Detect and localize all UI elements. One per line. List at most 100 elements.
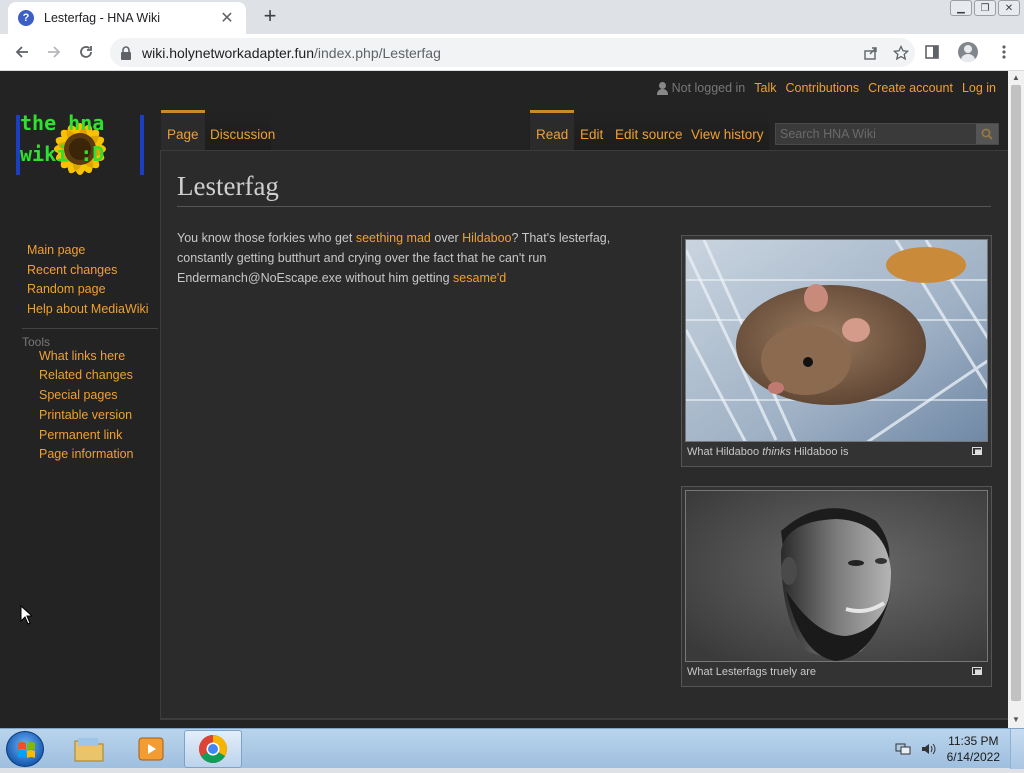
create-account-link[interactable]: Create account [868,81,953,95]
tab-page[interactable]: Page [161,110,205,150]
system-tray: 11:35 PM 6/14/2022 [895,733,1000,765]
tools-heading: Tools [22,327,158,349]
page-scrollbar[interactable]: ▲ ▼ [1008,71,1024,728]
address-bar[interactable]: wiki.holynetworkadapter.fun/index.php/Le… [110,38,915,67]
caption-text: Hildaboo is [790,446,849,458]
url-path: /index.php/Lesterfag [314,44,441,61]
enlarge-icon[interactable] [972,667,982,675]
log-in-link[interactable]: Log in [962,81,996,95]
caption-text: What Lesterfags truely are [687,666,817,678]
network-icon[interactable] [895,742,911,756]
sidebar-item-help[interactable]: Help about MediaWiki [27,300,160,320]
tab-view-history[interactable]: View history [685,110,770,150]
gigachad-image[interactable] [685,490,988,662]
sidebar-item-special-pages[interactable]: Special pages [39,386,160,406]
article-body: You know those forkies who get seething … [177,228,667,288]
minimize-button[interactable]: ▁ [950,0,972,16]
forward-arrow-icon [48,46,61,58]
contributions-link[interactable]: Contributions [786,81,860,95]
personal-tools: Not logged in Talk Contributions Create … [656,81,996,95]
caption-text: What Hildaboo [687,446,763,458]
taskbar-chrome[interactable] [184,730,242,768]
rat-in-cage-image [686,240,987,441]
side-panel-icon [925,45,939,59]
close-tab-icon[interactable]: ✕ [218,8,236,28]
sidebar-item-main-page[interactable]: Main page [27,241,160,261]
wiki-logo[interactable]: the hna wiki :D [14,95,148,205]
caption-emphasis: thinks [762,446,791,458]
user-icon [656,81,668,95]
reload-icon [80,46,92,58]
sidebar-item-what-links-here[interactable]: What links here [39,347,160,367]
gigachad-portrait-image [686,491,987,661]
main-content: Lesterfag You know those forkies who get… [160,150,1008,720]
chrome-icon [199,735,227,763]
mouse-cursor-icon [20,605,32,625]
window-controls: ▁ ❐ ✕ [950,0,1020,18]
content-bottom-border [160,718,1008,720]
sesamed-link[interactable]: sesame'd [453,271,506,285]
avatar [958,42,978,62]
sidebar-item-recent-changes[interactable]: Recent changes [27,261,160,281]
close-window-button[interactable]: ✕ [998,0,1020,16]
not-logged-in: Not logged in [656,81,746,95]
media-player-icon [138,737,164,761]
kebab-menu-icon [1002,45,1006,59]
share-icon[interactable] [863,45,879,61]
sidebar-item-related-changes[interactable]: Related changes [39,366,160,386]
sidebar: Main page Recent changes Random page Hel… [0,241,160,465]
search-icon [981,128,993,140]
sidebar-item-random-page[interactable]: Random page [27,280,160,300]
clock-date: 6/14/2022 [946,750,1000,764]
start-button[interactable] [6,731,44,767]
enlarge-icon[interactable] [972,447,982,455]
tab-edit-source[interactable]: Edit source [609,110,689,150]
tab-title: Lesterfag - HNA Wiki [44,11,161,25]
lock-icon[interactable] [120,45,132,60]
page-tabs: Page Discussion Read Edit Edit source Vi… [161,110,1008,150]
bookmark-star-icon[interactable] [893,44,909,61]
tab-read[interactable]: Read [530,110,575,150]
reload-button[interactable] [70,36,102,68]
forward-button[interactable] [38,36,70,68]
svg-text:wiki :D: wiki :D [20,142,104,166]
talk-link[interactable]: Talk [754,81,776,95]
back-button[interactable] [6,36,38,68]
figure-caption: What Hildaboo thinks Hildaboo is [685,442,988,463]
seething-mad-link[interactable]: seething mad [356,231,431,245]
windows-logo-icon [18,742,35,758]
wiki-search [775,123,999,145]
scroll-up-icon[interactable]: ▲ [1011,73,1021,83]
search-button[interactable] [976,124,998,144]
rat-image[interactable] [685,239,988,442]
new-tab-button[interactable]: + [258,3,282,28]
windows-taskbar: 11:35 PM 6/14/2022 [0,728,1024,769]
sidebar-item-page-information[interactable]: Page information [39,445,160,465]
back-arrow-icon [15,46,28,58]
search-input[interactable] [776,124,976,144]
taskbar-media-player[interactable] [122,730,180,768]
browser-tab-strip: ? Lesterfag - HNA Wiki ✕ + ▁ ❐ ✕ [0,0,1024,34]
volume-icon[interactable] [921,742,937,756]
browser-toolbar: wiki.holynetworkadapter.fun/index.php/Le… [0,34,1024,71]
figure-gigachad: What Lesterfags truely are [681,486,992,687]
scroll-down-icon[interactable]: ▼ [1011,715,1021,725]
tab-edit[interactable]: Edit [574,110,609,150]
tab-discussion[interactable]: Discussion [204,110,281,150]
body-text: You know those forkies who get [177,231,356,245]
url-host: wiki.holynetworkadapter.fun [142,44,314,61]
hildaboo-link[interactable]: Hildaboo [462,231,511,245]
profile-button[interactable] [954,36,982,68]
sidebar-item-printable-version[interactable]: Printable version [39,406,160,426]
menu-button[interactable] [990,36,1018,68]
clock[interactable]: 11:35 PM 6/14/2022 [947,733,1000,765]
sidebar-item-permanent-link[interactable]: Permanent link [39,426,160,446]
browser-tab[interactable]: ? Lesterfag - HNA Wiki ✕ [8,2,246,34]
not-logged-in-label: Not logged in [671,81,746,95]
side-panel-button[interactable] [918,36,946,68]
taskbar-explorer[interactable] [60,730,118,768]
restore-button[interactable]: ❐ [974,0,996,16]
page-viewport: Not logged in Talk Contributions Create … [0,71,1008,728]
show-desktop-button[interactable] [1010,729,1024,769]
scroll-thumb[interactable] [1011,85,1021,701]
